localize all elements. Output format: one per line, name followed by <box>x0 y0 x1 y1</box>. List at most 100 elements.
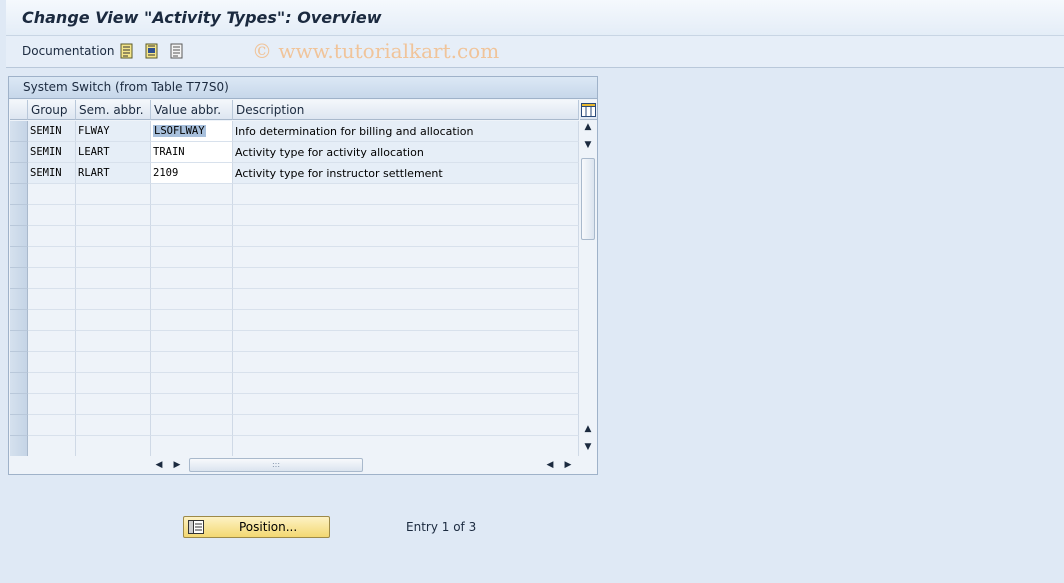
column-header-description[interactable]: Description <box>233 100 579 120</box>
vertical-scrollbar[interactable]: ▲ ▼ ▲ ▼ <box>580 120 596 456</box>
cell-description: Info determination for billing and alloc… <box>233 121 579 142</box>
title-bar: Change View "Activity Types": Overview <box>6 0 1064 36</box>
table-row <box>28 310 579 331</box>
position-button[interactable]: Position... <box>183 516 330 538</box>
table-row <box>28 331 579 352</box>
cell-sem-abbr <box>76 415 151 436</box>
row-selector[interactable] <box>10 352 28 373</box>
row-selector[interactable] <box>10 268 28 289</box>
table-control-panel: System Switch (from Table T77S0) Group S… <box>8 76 598 475</box>
selected-text: LSOFLWAY <box>153 125 206 137</box>
cell-group <box>28 415 76 436</box>
table-row <box>28 247 579 268</box>
table-row <box>28 436 579 457</box>
cell-description <box>233 226 579 247</box>
cell-value-abbr <box>151 247 233 268</box>
row-selector[interactable] <box>10 247 28 268</box>
cell-description <box>233 394 579 415</box>
cell-description <box>233 289 579 310</box>
cell-description <box>233 268 579 289</box>
cell-group <box>28 268 76 289</box>
page-down-icon[interactable]: ▲ <box>581 422 595 436</box>
cell-value-abbr <box>151 331 233 352</box>
scroll-left-end-icon[interactable]: ◀ <box>543 458 557 472</box>
cell-sem-abbr <box>76 352 151 373</box>
row-selector[interactable] <box>10 436 28 457</box>
cell-description <box>233 415 579 436</box>
panel-title: System Switch (from Table T77S0) <box>9 77 597 99</box>
column-settings-button[interactable] <box>580 100 597 120</box>
cell-value-abbr <box>151 436 233 457</box>
row-selector[interactable] <box>10 226 28 247</box>
horizontal-scroll-thumb[interactable]: ::: <box>189 458 363 472</box>
cell-sem-abbr <box>76 373 151 394</box>
position-button-label: Position... <box>239 520 298 534</box>
row-selector[interactable] <box>10 142 28 163</box>
cell-sem-abbr <box>76 247 151 268</box>
cell-description: Activity type for activity allocation <box>233 142 579 163</box>
row-selector[interactable] <box>10 373 28 394</box>
cell-description <box>233 310 579 331</box>
vertical-scroll-thumb[interactable] <box>581 158 595 240</box>
cell-sem-abbr <box>76 331 151 352</box>
cell-value-abbr <box>151 205 233 226</box>
cell-value-abbr[interactable]: 2109 <box>151 163 233 184</box>
table-row <box>28 289 579 310</box>
scroll-up-icon[interactable]: ▲ <box>581 120 595 134</box>
cell-sem-abbr: LEART <box>76 142 151 163</box>
cell-group <box>28 394 76 415</box>
position-icon <box>188 520 204 534</box>
cell-group <box>28 184 76 205</box>
row-selector[interactable] <box>10 331 28 352</box>
table-row <box>28 205 579 226</box>
column-header-sem-abbr[interactable]: Sem. abbr. <box>76 100 151 120</box>
table-grid: Group Sem. abbr. Value abbr. Description… <box>10 100 579 457</box>
row-selector[interactable] <box>10 394 28 415</box>
cell-value-abbr <box>151 268 233 289</box>
cell-value-abbr[interactable]: TRAIN <box>151 142 233 163</box>
cell-value-abbr <box>151 373 233 394</box>
column-header-value-abbr[interactable]: Value abbr. <box>151 100 233 120</box>
row-selector[interactable] <box>10 184 28 205</box>
row-selector[interactable] <box>10 289 28 310</box>
row-selector[interactable] <box>10 415 28 436</box>
cell-group: SEMIN <box>28 163 76 184</box>
cell-description <box>233 352 579 373</box>
select-all-icon[interactable] <box>119 43 135 59</box>
scroll-down-icon[interactable]: ▼ <box>581 440 595 454</box>
row-selector[interactable] <box>10 205 28 226</box>
application-toolbar: Documentation © www.tutorialkart.com <box>6 36 1064 68</box>
scroll-left-icon[interactable]: ◀ <box>152 458 166 472</box>
row-selector[interactable] <box>10 121 28 142</box>
cell-group <box>28 205 76 226</box>
cell-group <box>28 352 76 373</box>
page-up-icon[interactable]: ▼ <box>581 138 595 152</box>
table-row <box>28 268 579 289</box>
select-block-icon[interactable] <box>144 43 160 59</box>
documentation-button[interactable]: Documentation <box>22 44 115 58</box>
entry-counter: Entry 1 of 3 <box>406 520 477 534</box>
table-row: SEMIN LEART TRAIN Activity type for activit… <box>28 142 579 163</box>
row-selector[interactable] <box>10 310 28 331</box>
page-title: Change View "Activity Types": Overview <box>22 8 382 27</box>
cell-group <box>28 310 76 331</box>
row-selector[interactable] <box>10 163 28 184</box>
cell-description: Activity type for instructor settlement <box>233 163 579 184</box>
cell-sem-abbr <box>76 289 151 310</box>
table-row <box>28 226 579 247</box>
cell-group <box>28 373 76 394</box>
horizontal-scrollbar[interactable]: ◀ ▶ ::: ◀ ▶ <box>10 456 597 474</box>
deselect-all-icon[interactable] <box>169 43 185 59</box>
scroll-right-end-icon[interactable]: ▶ <box>561 458 575 472</box>
cell-group <box>28 226 76 247</box>
column-header-group[interactable]: Group <box>28 100 76 120</box>
cell-group <box>28 289 76 310</box>
cell-description <box>233 436 579 457</box>
cell-value-abbr[interactable]: LSOFLWAY <box>151 121 233 142</box>
cell-sem-abbr: RLART <box>76 163 151 184</box>
select-all-header[interactable] <box>10 100 28 120</box>
scroll-right-step-icon[interactable]: ▶ <box>170 458 184 472</box>
cell-description <box>233 373 579 394</box>
cell-value-abbr <box>151 226 233 247</box>
cell-value-abbr <box>151 394 233 415</box>
